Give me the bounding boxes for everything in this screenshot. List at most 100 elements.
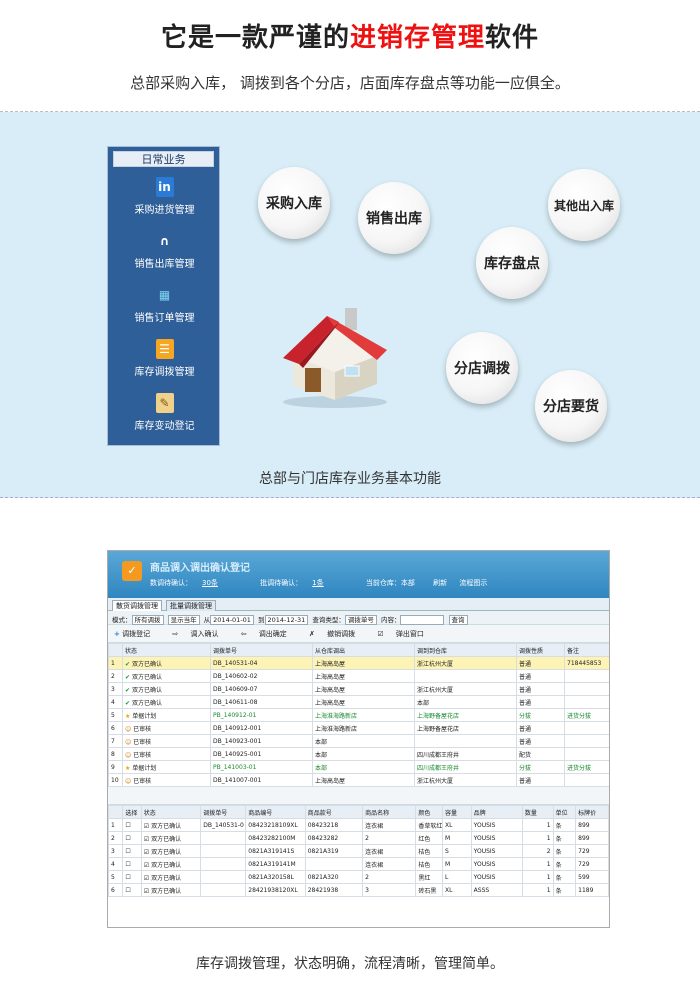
popup-checkbox[interactable]: ☑ 弹出窗口	[377, 630, 434, 638]
table-row[interactable]: 5 ★ 单据计划 PB_140912-01 上海淮海路新店 上海野备屋花店 分拔 进货分拔	[108, 708, 609, 722]
cell-note	[564, 721, 609, 735]
year-select[interactable]: 显示当年	[167, 615, 200, 625]
col-qty[interactable]: 数量	[521, 805, 554, 819]
batch-count[interactable]: 1条	[312, 579, 323, 587]
flow-button[interactable]: 流程图示	[459, 579, 487, 587]
col-detail-status[interactable]: 状态	[140, 805, 202, 819]
cell-kind: 普通	[516, 682, 565, 696]
select-checkbox[interactable]: ☐	[122, 844, 142, 858]
trousers-icon: ∩	[159, 234, 170, 248]
status-text: 双方已确认	[131, 686, 162, 694]
cell-kind: 普通	[516, 773, 565, 787]
cell-qty: 1	[521, 831, 554, 845]
register-button[interactable]: + 调拨登记	[114, 630, 160, 638]
menu-item-transfer[interactable]: ☰ 库存调拨管理	[108, 339, 221, 378]
checkbox-checked-icon: ☑	[143, 835, 152, 843]
transfer-caption: 库存调拨管理，状态明确，流程清晰，管理简单。	[196, 956, 504, 972]
cell-price: 1189	[575, 883, 609, 897]
col-brand[interactable]: 品牌	[470, 805, 523, 819]
confirm-in-button[interactable]: ⇨ 调入确认	[172, 630, 228, 638]
revoke-button[interactable]: ✗ 撤销调拨	[309, 630, 365, 638]
col-to-store[interactable]: 调到到仓库	[414, 643, 517, 657]
tab-batch-transfer[interactable]: 批量调拨管理	[166, 600, 216, 611]
app-info-bar: 数调待确认： 30条 批调待确认： 1条 当前仓库：本部 刷新 流程图示	[150, 579, 488, 587]
menu-item-stock-change[interactable]: ✎ 库存变动登记	[108, 393, 221, 432]
to-date-input[interactable]: 2014-12-31	[264, 615, 309, 625]
row-number: 2	[108, 669, 123, 683]
select-checkbox[interactable]: ☐	[122, 831, 142, 845]
table-row[interactable]: 9 ★ 单据计划 PB_141003-01 本部 四川成都王府井 分拔 进货分拔	[108, 760, 609, 774]
table-row[interactable]: 1 ☐ ☑ 双方已确认 DB_140531-0 08423218109XL 0842321…	[108, 818, 609, 832]
table-row[interactable]: 3 ☐ ☑ 双方已确认 0821A319141S 0821A319 连衣裙 桔色 S YOUSI…	[108, 844, 609, 858]
cell-size: L	[441, 870, 472, 884]
table-row[interactable]: 8 ☺ 已审核 DB_140925-001 本部 四川成都王府井 配货	[108, 747, 609, 761]
menu-item-purchase[interactable]: in 采购进货管理	[108, 177, 221, 216]
col-unit[interactable]: 单位	[552, 805, 577, 819]
feature-panel: 日常业务 in 采购进货管理 ∩ 销售出库管理 ▦ 销售订单管理 ☰ 库存调拨管理 ✎ 库…	[0, 112, 700, 498]
col-select[interactable]: 选择	[122, 805, 142, 819]
cell-no	[200, 857, 247, 871]
col-transfer-no[interactable]: 调拨单号	[210, 643, 313, 657]
check-icon: ✔	[125, 660, 132, 668]
table-row[interactable]: 10 ☺ 已审核 DB_141007-001 上海高岛屋 浙江杭州大厦 普通	[108, 773, 609, 787]
table-row[interactable]: 4 ☐ ☑ 双方已确认 0821A319141M 连衣裙 桔色 M YOUSIS 1 条 729	[108, 857, 609, 871]
row-number: 6	[108, 721, 123, 735]
col-color[interactable]: 颜色	[415, 805, 443, 819]
search-button[interactable]: 查询	[448, 615, 468, 625]
col-item-code[interactable]: 商品编号	[245, 805, 306, 819]
refresh-button[interactable]: 刷新	[433, 579, 447, 587]
select-checkbox[interactable]: ☐	[122, 818, 142, 832]
col-note[interactable]: 备注	[564, 643, 609, 657]
col-item-name[interactable]: 商品名称	[362, 805, 417, 819]
table-row[interactable]: 6 ☐ ☑ 双方已确认 28421938120XL 28421938 3 砖石黑 XL ASSS…	[108, 883, 609, 897]
col-kind[interactable]: 调拨性质	[516, 643, 565, 657]
table-row[interactable]: 2 ✔ 双方已确认 DB_140602-02 上海高岛屋 普通	[108, 669, 609, 683]
table-row[interactable]: 3 ✔ 双方已确认 DB_140609-07 上海高岛屋 浙江杭州大厦 普通	[108, 682, 609, 696]
table-row[interactable]: 4 ✔ 双方已确认 DB_140611-08 上海高岛屋 本部 普通	[108, 695, 609, 709]
status-text: 双方已确认	[151, 835, 182, 843]
table-row[interactable]: 7 ☺ 已审核 DB_140923-001 本部 普通	[108, 734, 609, 748]
table-row[interactable]: 6 ☺ 已审核 DB_140912-001 上海淮海路新店 上海野备屋花店 普通	[108, 721, 609, 735]
table-row[interactable]: 1 ✔ 双方已确认 DB_140531-04 上海高岛屋 浙江杭州大厦 普通 7184458…	[108, 656, 609, 670]
status-text: 双方已确认	[151, 861, 182, 869]
cell-sku: 08423218	[304, 818, 364, 832]
status-cell: ☺ 已审核	[122, 721, 211, 735]
menu-item-sales-out[interactable]: ∩ 销售出库管理	[108, 231, 221, 270]
table-row[interactable]: 5 ☐ ☑ 双方已确认 0821A320158L 0821A320 2 黑红 L YOUSIS 1…	[108, 870, 609, 884]
cell-code: 0821A319141S	[245, 844, 306, 858]
cell-price: 899	[575, 831, 609, 845]
checkbox-checked-icon: ☑	[143, 887, 152, 895]
transfer-table: 状态 调拨单号 从仓库调出 调到到仓库 调拨性质 备注 1 ✔ 双方已确认 DB_1…	[108, 643, 609, 787]
select-checkbox[interactable]: ☐	[122, 870, 142, 884]
query-type-select[interactable]: 调拨单号	[344, 615, 377, 625]
row-number: 5	[108, 870, 124, 884]
select-checkbox[interactable]: ☐	[122, 883, 142, 897]
cell-brand: ASSS	[470, 883, 523, 897]
status-text: 单据计划	[132, 764, 157, 772]
table-row[interactable]: 2 ☐ ☑ 双方已确认 08423282100M 08423282 2 红色 M YOUSIS 1…	[108, 831, 609, 845]
col-price[interactable]: 标牌价	[575, 805, 609, 819]
mode-select[interactable]: 所有调拨	[131, 615, 164, 625]
menu-item-sales-order[interactable]: ▦ 销售订单管理	[108, 285, 221, 324]
status-text: 单据计划	[132, 712, 157, 720]
cell-to: 四川成都王府井	[414, 760, 517, 774]
splitter[interactable]	[108, 787, 609, 805]
content-input[interactable]	[400, 615, 445, 625]
col-style-no[interactable]: 商品款号	[304, 805, 364, 819]
from-date-input[interactable]: 2014-01-01	[210, 615, 254, 625]
cell-name: 2	[362, 831, 417, 845]
row-number: 1	[108, 656, 123, 670]
cell-sku: 0821A319	[304, 844, 364, 858]
tab-bulk-transfer[interactable]: 散货调拨管理	[112, 600, 162, 611]
pending-count[interactable]: 30条	[202, 579, 218, 587]
col-status[interactable]: 状态	[122, 643, 211, 657]
cell-note	[564, 747, 609, 761]
col-size[interactable]: 容量	[441, 805, 472, 819]
status-text: 双方已确认	[151, 848, 182, 856]
select-checkbox[interactable]: ☐	[122, 857, 142, 871]
col-from-store[interactable]: 从仓库调出	[312, 643, 415, 657]
col-detail-no[interactable]: 调拨单号	[200, 805, 247, 819]
cell-size: XL	[441, 883, 472, 897]
cell-to: 浙江杭州大厦	[414, 656, 517, 670]
confirm-out-button[interactable]: ⇦ 调出确定	[241, 630, 297, 638]
